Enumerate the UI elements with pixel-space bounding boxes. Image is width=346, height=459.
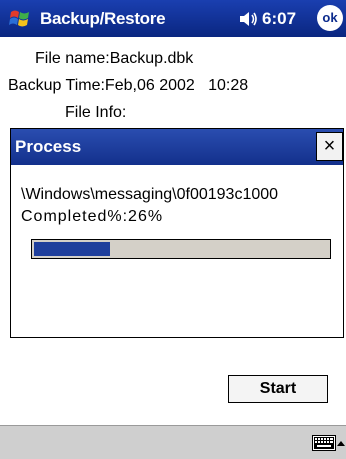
progress-bar (31, 239, 331, 259)
current-file-path: \Windows\messaging\0f00193c1000 (21, 186, 279, 203)
close-icon: × (323, 135, 336, 157)
process-dialog: Process × \Windows\messaging\0f00193c100… (10, 128, 344, 338)
command-bar (0, 425, 346, 459)
clock[interactable]: 6:07 (262, 9, 296, 29)
dialog-title: Process (15, 137, 82, 156)
progress-fill (34, 242, 111, 256)
app-title: Backup/Restore (40, 9, 166, 28)
chevron-up-icon[interactable] (337, 440, 345, 446)
ok-button[interactable]: ok (317, 5, 343, 31)
title-bar: Backup/Restore 6:07 ok (0, 0, 346, 37)
keyboard-icon[interactable] (312, 435, 336, 451)
start-button[interactable]: Start (228, 375, 328, 403)
dialog-header: Process × (11, 129, 343, 165)
completed-percent: Completed%:26% (21, 208, 164, 225)
speaker-icon[interactable] (239, 10, 259, 28)
close-button[interactable]: × (316, 132, 343, 161)
backup-time-text: Backup Time:Feb,06 2002 10:28 (8, 77, 249, 94)
file-name-text: File name:Backup.dbk (35, 50, 194, 67)
windows-flag-icon[interactable] (8, 6, 34, 32)
file-info-label: File Info: (65, 104, 127, 121)
